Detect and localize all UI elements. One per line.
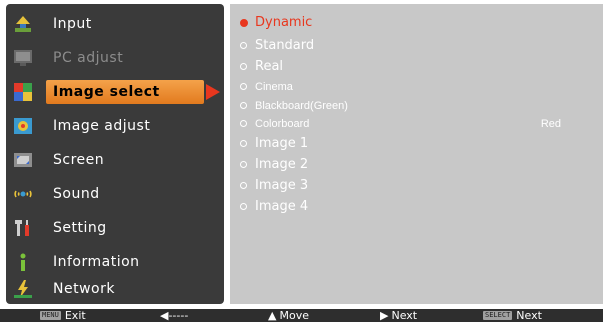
- radio-icon: [240, 161, 247, 168]
- selection-arrow-icon: [206, 84, 220, 100]
- option-cinema[interactable]: Cinema: [230, 79, 603, 95]
- option-standard[interactable]: Standard: [230, 38, 603, 54]
- radio-icon: [240, 42, 247, 49]
- menu-item-pc-adjust: PC adjust: [6, 43, 224, 73]
- screen-icon: [14, 153, 32, 167]
- option-label: Dynamic: [255, 15, 313, 30]
- next-hint: ▶ Next: [380, 309, 417, 322]
- right-arrow-icon: ▶: [380, 309, 389, 322]
- image-select-icon: [14, 83, 32, 101]
- back-hint: ◀-----: [160, 309, 188, 322]
- option-label: Image 2: [255, 157, 309, 172]
- menu-item-network[interactable]: Network: [6, 274, 224, 304]
- menu-label: PC adjust: [53, 50, 124, 66]
- menu-item-input[interactable]: Input: [6, 9, 224, 39]
- option-label: Colorboard: [255, 118, 310, 130]
- sound-icon: [14, 190, 32, 198]
- menu-label: Input: [53, 16, 92, 32]
- main-menu: Input PC adjust Image select Image adjus…: [6, 4, 224, 304]
- input-icon: [15, 16, 31, 32]
- menu-key-icon: MENU: [40, 311, 61, 320]
- menu-label: Network: [53, 281, 115, 297]
- exit-hint[interactable]: MENU Exit: [40, 309, 86, 322]
- image-adjust-icon: [14, 118, 32, 134]
- option-label: Real: [255, 59, 284, 74]
- option-colorboard[interactable]: Colorboard Red: [230, 116, 603, 132]
- option-image-3[interactable]: Image 3: [230, 178, 603, 194]
- menu-label: Setting: [53, 220, 107, 236]
- option-image-2[interactable]: Image 2: [230, 157, 603, 173]
- monitor-icon: [14, 50, 32, 66]
- image-select-options: Dynamic Standard Real Cinema Blackboard(…: [230, 4, 603, 304]
- radio-icon: [240, 102, 247, 109]
- projector-osd-menu: Input PC adjust Image select Image adjus…: [0, 0, 603, 322]
- move-label: Move: [279, 309, 309, 322]
- option-label: Image 4: [255, 199, 309, 214]
- radio-icon: [240, 203, 247, 210]
- radio-icon: [240, 140, 247, 147]
- menu-item-setting[interactable]: Setting: [6, 213, 224, 243]
- option-label: Cinema: [255, 81, 293, 93]
- option-blackboard-green[interactable]: Blackboard(Green): [230, 98, 603, 114]
- menu-item-information[interactable]: Information: [6, 247, 224, 277]
- back-label: ◀-----: [160, 309, 189, 322]
- option-image-4[interactable]: Image 4: [230, 199, 603, 215]
- network-icon: [14, 280, 32, 298]
- information-icon: [20, 253, 26, 271]
- select-hint[interactable]: SELECT Next: [483, 309, 542, 322]
- option-label: Image 1: [255, 136, 309, 151]
- menu-label: Image adjust: [53, 118, 151, 134]
- exit-label: Exit: [64, 309, 86, 322]
- move-hint: ▲ Move: [268, 309, 309, 322]
- menu-label: Screen: [53, 152, 105, 168]
- setting-icon: [15, 220, 29, 236]
- option-image-1[interactable]: Image 1: [230, 136, 603, 152]
- select-next-label: Next: [516, 309, 542, 322]
- option-real[interactable]: Real: [230, 59, 603, 75]
- radio-icon: [240, 63, 247, 70]
- colorboard-value: Red: [540, 118, 561, 130]
- radio-icon: [240, 83, 247, 90]
- menu-item-sound[interactable]: Sound: [6, 179, 224, 209]
- menu-item-image-adjust[interactable]: Image adjust: [6, 111, 224, 141]
- menu-item-screen[interactable]: Screen: [6, 145, 224, 175]
- next-label: Next: [391, 309, 418, 322]
- select-key-icon: SELECT: [483, 311, 513, 320]
- menu-label: Information: [53, 254, 140, 270]
- option-label: Standard: [255, 38, 315, 53]
- option-dynamic[interactable]: Dynamic: [230, 15, 603, 31]
- menu-item-image-select[interactable]: Image select: [6, 77, 224, 107]
- radio-selected-icon: [240, 19, 248, 27]
- radio-icon: [240, 182, 247, 189]
- up-down-arrow-icon: ▲: [268, 309, 277, 322]
- key-guide-bar: MENU Exit ◀----- ▲ Move ▶ Next SELECT Ne…: [0, 309, 603, 322]
- option-label: Blackboard(Green): [255, 100, 348, 112]
- menu-label: Image select: [53, 84, 160, 100]
- option-label: Image 3: [255, 178, 309, 193]
- radio-icon: [240, 120, 247, 127]
- menu-label: Sound: [53, 186, 100, 202]
